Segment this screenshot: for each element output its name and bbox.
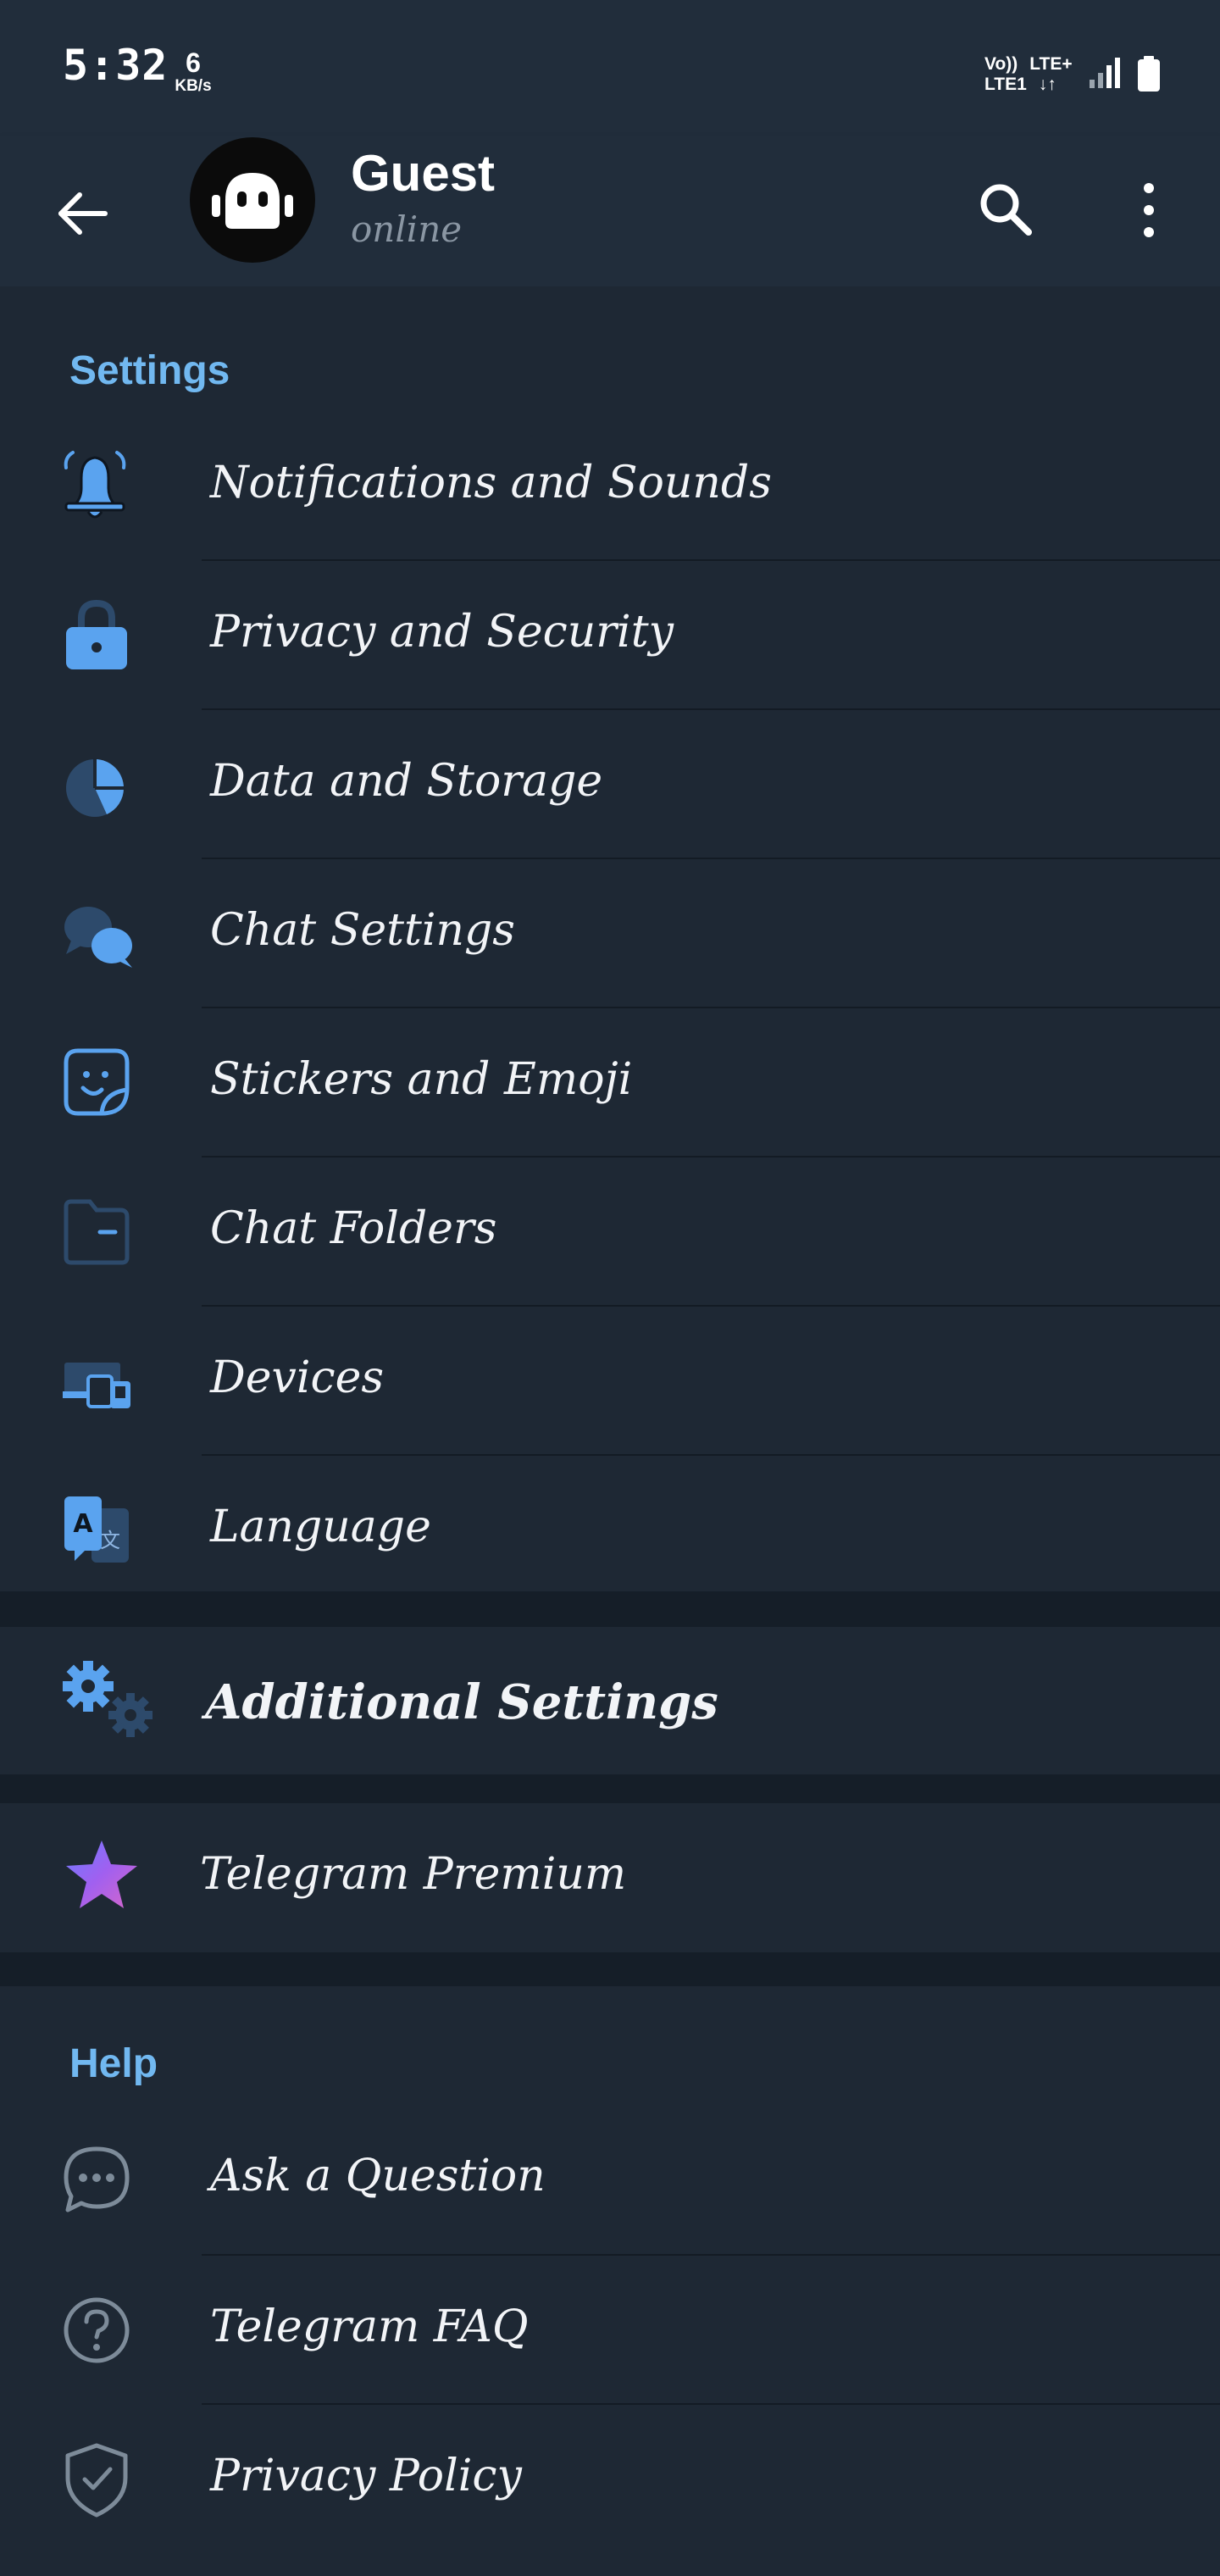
settings-item-label: Language [210, 1502, 431, 1552]
status-bar: 5:32 6 KB/s Vo)) LTE+ LTE1 ↓↑ [0, 0, 1220, 136]
search-button[interactable] [973, 176, 1040, 244]
profile-name: Guest [351, 145, 496, 202]
lte-plus-indicator: LTE+ [1029, 54, 1073, 74]
lock-icon [66, 599, 127, 669]
settings-item-label: Chat Settings [210, 905, 515, 956]
settings-item-privacy[interactable]: Privacy and Security [0, 561, 1220, 710]
chat-bubbles-icon [64, 907, 132, 968]
network-type: Vo)) LTE+ LTE1 ↓↑ [984, 54, 1086, 95]
svg-text:文: 文 [100, 1529, 120, 1552]
avatar[interactable] [190, 137, 315, 263]
telegram-premium-label: Telegram Premium [200, 1849, 627, 1900]
search-icon [980, 184, 1032, 236]
lte1-indicator: LTE1 [984, 75, 1027, 94]
settings-item-label: Stickers and Emoji [210, 1054, 633, 1105]
battery-icon [1138, 56, 1160, 92]
folder-icon [64, 1199, 130, 1265]
settings-item-label: Notifications and Sounds [210, 458, 772, 508]
help-item-privacy-policy[interactable]: Privacy Policy [0, 2405, 1220, 2554]
help-item-label: Ask a Question [210, 2151, 546, 2201]
network-speed-value: 6 [186, 47, 201, 78]
additional-settings-item[interactable]: Additional Settings [0, 1627, 1220, 1774]
bell-icon [64, 451, 126, 519]
question-circle-icon [64, 2297, 130, 2363]
arrow-left-icon [58, 192, 108, 235]
settings-item-devices[interactable]: Devices [0, 1307, 1220, 1456]
settings-section-title: Settings [69, 348, 230, 393]
shield-check-icon [65, 2443, 128, 2518]
more-button[interactable] [1132, 176, 1166, 244]
settings-item-label: Chat Folders [210, 1203, 497, 1254]
settings-item-language[interactable]: 文 A Language [0, 1456, 1220, 1605]
settings-item-label: Data and Storage [210, 756, 603, 807]
network-speed: 6 KB/s [166, 49, 220, 94]
settings-item-chat-folders[interactable]: Chat Folders [0, 1158, 1220, 1307]
telegram-premium-item[interactable]: Telegram Premium [0, 1803, 1220, 1952]
status-time: 5:32 [63, 41, 169, 90]
help-item-label: Telegram FAQ [210, 2301, 529, 2352]
sticker-icon [64, 1048, 130, 1116]
settings-item-label: Privacy and Security [210, 607, 674, 658]
section-gap [0, 1952, 1220, 1986]
svg-text:A: A [73, 1509, 93, 1539]
more-vertical-icon [1144, 183, 1154, 237]
star-icon [66, 1840, 137, 1908]
settings-item-chat-settings[interactable]: Chat Settings [0, 859, 1220, 1008]
network-speed-unit: KB/s [175, 77, 212, 95]
help-item-faq[interactable]: Telegram FAQ [0, 2256, 1220, 2405]
chat-dots-icon [64, 2146, 130, 2212]
back-button[interactable] [49, 180, 117, 247]
profile-status: online [351, 208, 463, 250]
pie-chart-icon [66, 758, 125, 817]
additional-settings-label: Additional Settings [205, 1674, 718, 1730]
profile-header: Guest online [0, 136, 1220, 286]
settings-item-data-storage[interactable]: Data and Storage [0, 710, 1220, 859]
section-gap [0, 1774, 1220, 1803]
settings-item-label: Devices [210, 1352, 385, 1403]
help-item-label: Privacy Policy [210, 2451, 522, 2501]
help-item-ask-question[interactable]: Ask a Question [0, 2105, 1220, 2254]
gears-icon [63, 1661, 152, 1737]
translate-icon: 文 A [64, 1496, 129, 1563]
settings-item-notifications[interactable]: Notifications and Sounds [0, 412, 1220, 561]
signal-icon [1090, 58, 1120, 88]
settings-item-stickers[interactable]: Stickers and Emoji [0, 1008, 1220, 1158]
volte-indicator: Vo)) [984, 54, 1018, 74]
robot-icon [212, 173, 293, 229]
data-arrows-indicator: ↓↑ [1038, 75, 1056, 94]
section-gap [0, 1591, 1220, 1627]
help-section-title: Help [69, 2041, 158, 2086]
devices-icon [63, 1363, 130, 1408]
